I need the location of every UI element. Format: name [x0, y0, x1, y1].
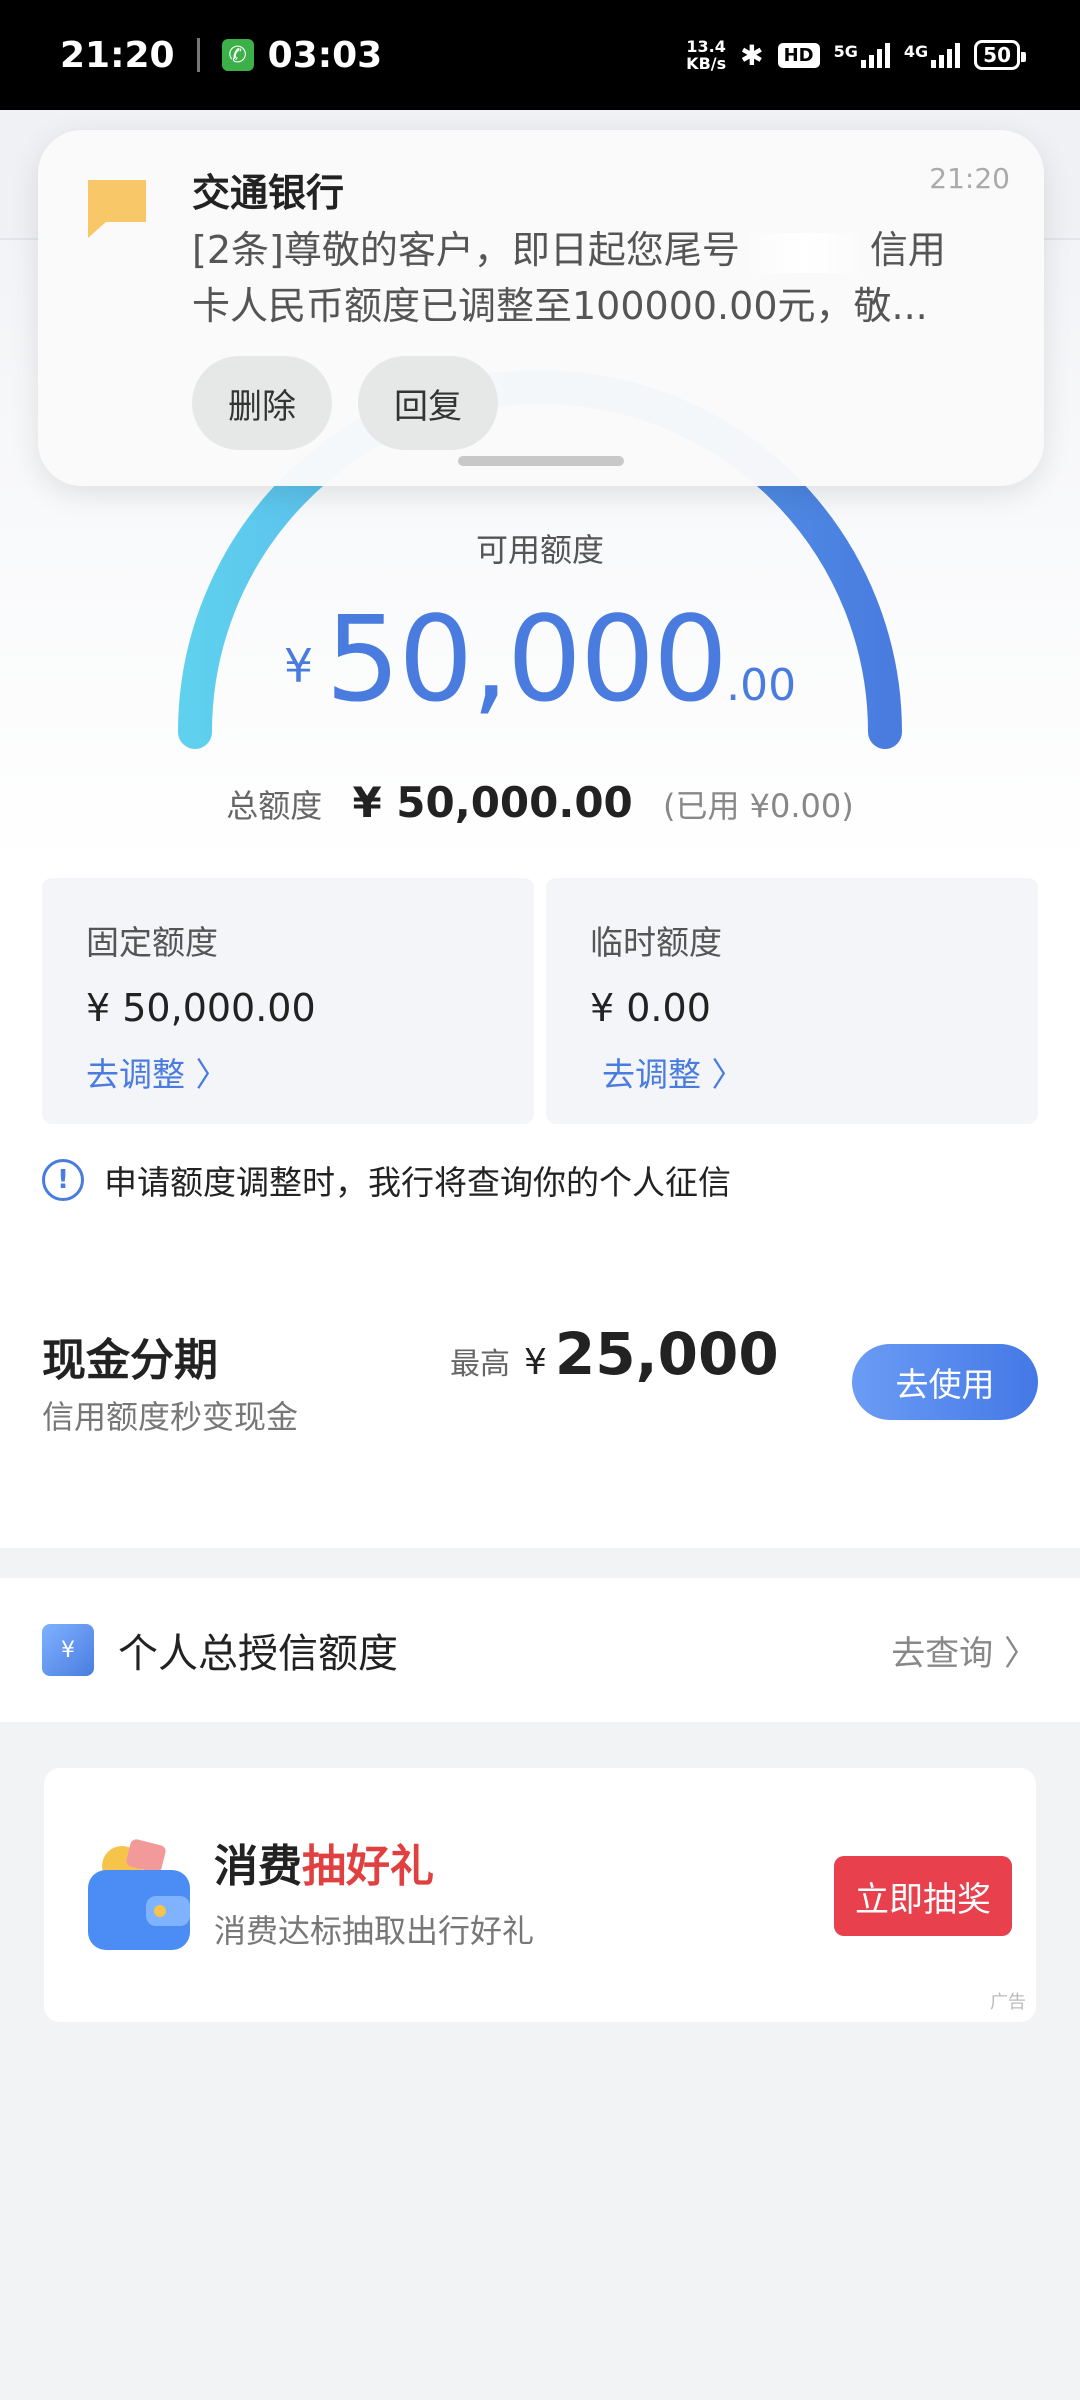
use-cash-button[interactable]: 去使用: [852, 1344, 1038, 1420]
personal-total-credit-row[interactable]: ¥ 个人总授信额度 去查询 〉: [0, 1578, 1080, 1722]
available-limit-amount: ¥50,000.00: [0, 590, 1080, 728]
delete-button[interactable]: 删除: [192, 356, 332, 450]
draw-now-button[interactable]: 立即抽奖: [834, 1856, 1012, 1936]
total-limit-value: ¥ 50,000.00: [352, 778, 633, 827]
bluetooth-icon: ✱: [740, 38, 764, 72]
call-duration[interactable]: 03:03: [268, 35, 383, 76]
network-type-4g: 4G: [903, 42, 929, 61]
network-speed-value: 13.4: [686, 37, 726, 56]
promo-title-plain: 消费: [214, 1841, 302, 1892]
battery-icon: 50: [974, 40, 1026, 70]
signal-icon: 5G: [834, 42, 890, 68]
notification-line-1-text: [2条]尊敬的客户，即日起您尾号: [192, 228, 740, 272]
section-divider: [0, 1548, 1080, 1578]
network-type-5g: 5G: [833, 42, 858, 61]
query-credit-link[interactable]: 去查询 〉: [891, 1626, 1038, 1675]
adjust-fixed-limit-link[interactable]: 去调整 〉: [86, 1048, 229, 1096]
fixed-limit-title: 固定额度: [86, 923, 218, 962]
total-limit-row: 总额度 ¥ 50,000.00 (已用 ¥0.00): [0, 778, 1080, 827]
network-speed: 13.4 KB/s: [686, 38, 726, 72]
credit-check-notice: ! 申请额度调整时，我行将查询你的个人征信: [42, 1156, 731, 1204]
cash-max-label: 最高: [450, 1347, 510, 1382]
temporary-limit-card: 临时额度 ¥ 0.00 去调整 〉: [546, 878, 1038, 1124]
promo-title-highlight: 抽好礼: [302, 1841, 434, 1892]
phone-icon[interactable]: ✆: [221, 39, 254, 71]
promo-subtitle: 消费达标抽取出行好礼: [214, 1912, 535, 1950]
cash-max-currency: ¥: [524, 1342, 547, 1383]
fixed-limit-value: ¥ 50,000.00: [86, 986, 316, 1030]
cash-max-value: 25,000: [554, 1320, 779, 1388]
yen-screen-icon: ¥: [42, 1624, 94, 1676]
notification-drag-handle[interactable]: [458, 456, 624, 466]
ad-tag: 广告: [990, 1992, 1026, 2013]
cash-installment-max: 最高 ¥ 25,000: [450, 1320, 779, 1388]
signal-bars-2: [931, 42, 961, 68]
available-limit-label: 可用额度: [475, 531, 604, 569]
network-speed-unit: KB/s: [686, 54, 727, 73]
notification-line-1-tail: 信用: [869, 228, 946, 272]
notification-time: 21:20: [929, 162, 1010, 195]
cash-installment-subtitle: 信用额度秒变现金: [42, 1398, 299, 1436]
notification-app-name: 交通银行: [192, 171, 345, 215]
sms-notification[interactable]: 交通银行 21:20 [2条]尊敬的客户，即日起您尾号 信用 卡人民币额度已调整至…: [38, 130, 1044, 486]
cash-installment-title: 现金分期: [42, 1335, 218, 1386]
used-amount: (已用 ¥0.00): [662, 787, 854, 825]
message-icon: [88, 180, 146, 238]
status-icons: 13.4 KB/s ✱ HD 5G 4G 50: [686, 38, 1026, 72]
reply-button[interactable]: 回复: [358, 356, 498, 450]
info-icon: !: [42, 1159, 84, 1201]
temporary-limit-value: ¥ 0.00: [590, 986, 711, 1030]
status-separator: [196, 38, 200, 72]
hd-voice-icon: HD: [777, 42, 820, 68]
promo-title: 消费抽好礼: [214, 1830, 434, 1894]
available-limit-currency: ¥: [283, 639, 314, 693]
redacted-blur: [739, 232, 870, 273]
temporary-limit-title: 临时额度: [590, 923, 722, 962]
promo-card[interactable]: 消费抽好礼 消费达标抽取出行好礼 立即抽奖 广告: [44, 1768, 1036, 2022]
available-limit-integer: 50,000: [325, 590, 728, 728]
wallet-icon: [88, 1839, 190, 1950]
status-bar: 21:20 ✆ 03:03 13.4 KB/s ✱ HD 5G 4G 50: [0, 0, 1080, 110]
total-limit-label: 总额度: [226, 787, 323, 825]
signal-bars-1: [860, 42, 890, 68]
notification-line-1: [2条]尊敬的客户，即日起您尾号 信用: [192, 222, 1012, 278]
signal-icon-2: 4G: [903, 42, 961, 68]
available-limit-decimal: .00: [726, 660, 797, 711]
fixed-limit-card: 固定额度 ¥ 50,000.00 去调整 〉: [42, 878, 534, 1124]
credit-check-notice-text: 申请额度调整时，我行将查询你的个人征信: [104, 1163, 731, 1202]
notification-message: [2条]尊敬的客户，即日起您尾号 信用 卡人民币额度已调整至100000.00元，…: [192, 222, 1012, 334]
adjust-temporary-limit-link[interactable]: 去调整 〉: [602, 1048, 745, 1096]
personal-total-credit-title: 个人总授信额度: [118, 1631, 398, 1677]
notification-line-2: 卡人民币额度已调整至100000.00元，敬...: [192, 284, 928, 328]
status-time: 21:20: [60, 34, 175, 76]
